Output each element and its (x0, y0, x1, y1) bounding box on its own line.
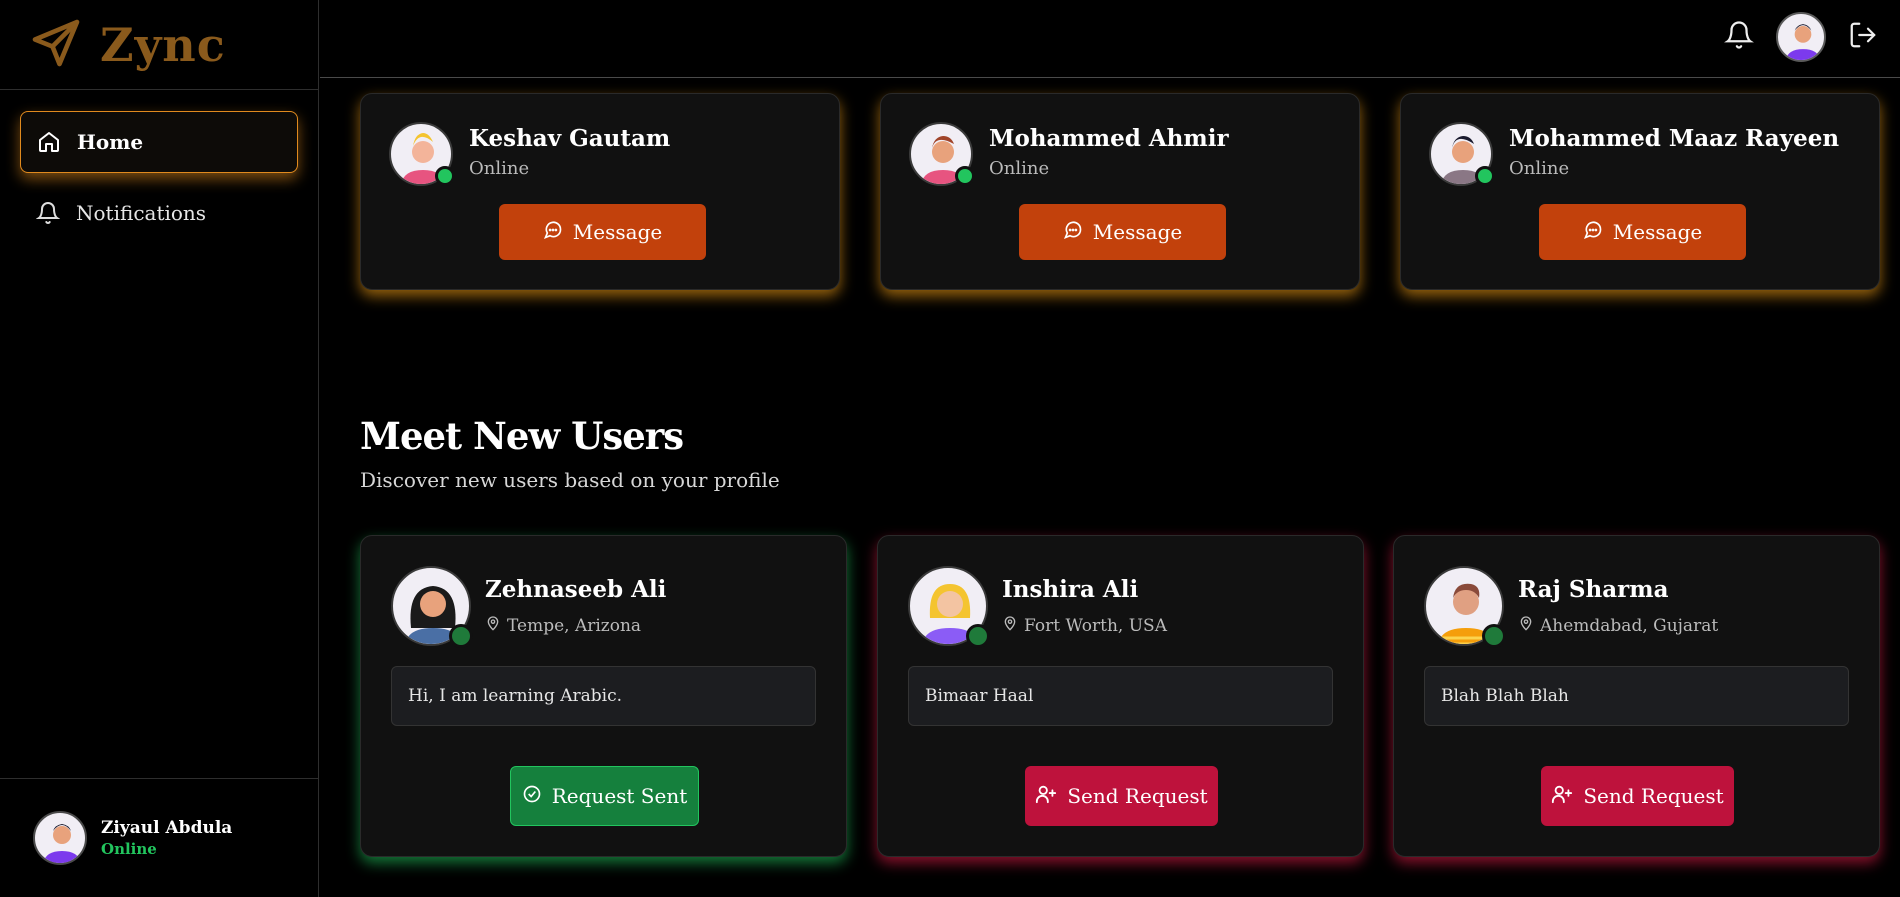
online-indicator (435, 166, 455, 186)
friend-status: Online (1509, 158, 1570, 179)
message-button[interactable]: Message (1539, 204, 1746, 260)
message-button-label: Message (1092, 220, 1183, 244)
current-user-name: Ziyaul Abdula (101, 818, 233, 838)
section-title: Meet New Users (360, 414, 684, 458)
online-indicator (1482, 624, 1506, 648)
friend-card: Mohammed Maaz Rayeen Online Message (1400, 93, 1880, 290)
avatar (389, 122, 455, 186)
request-button-label: Send Request (1067, 784, 1208, 808)
friend-name: Mohammed Ahmir (989, 125, 1229, 152)
send-request-button[interactable]: Send Request (1541, 766, 1734, 826)
avatar (909, 122, 975, 186)
user-card: Raj Sharma Ahemdabad, Gujarat Blah Blah … (1393, 535, 1880, 857)
sidebar-item-home[interactable]: Home (20, 111, 298, 173)
user-location-text: Tempe, Arizona (507, 615, 642, 636)
header-actions (1724, 12, 1878, 62)
user-bio: Hi, I am learning Arabic. (391, 666, 816, 726)
send-icon (28, 15, 84, 75)
user-location: Tempe, Arizona (485, 615, 666, 636)
user-plus-icon (1035, 783, 1057, 810)
avatar (1424, 566, 1506, 648)
user-bio: Blah Blah Blah (1424, 666, 1849, 726)
friend-name: Keshav Gautam (469, 125, 671, 152)
user-card: Zehnaseeb Ali Tempe, Arizona Hi, I am le… (360, 535, 847, 857)
user-card: Inshira Ali Fort Worth, USA Bimaar Haal … (877, 535, 1364, 857)
map-pin-icon (1002, 615, 1018, 636)
section-subtitle: Discover new users based on your profile (360, 468, 780, 492)
friend-name: Mohammed Maaz Rayeen (1509, 125, 1840, 152)
sidebar-item-label: Home (77, 130, 144, 154)
user-plus-icon (1551, 783, 1573, 810)
chat-icon (1583, 220, 1603, 245)
online-indicator (449, 624, 473, 648)
request-sent-button[interactable]: Request Sent (510, 766, 699, 826)
user-name: Zehnaseeb Ali (485, 576, 667, 603)
online-indicator (1475, 166, 1495, 186)
current-user-status: Online (101, 840, 157, 858)
logout-icon[interactable] (1848, 20, 1878, 54)
avatar (908, 566, 990, 648)
send-request-button[interactable]: Send Request (1025, 766, 1218, 826)
sidebar: Zync Home Notifications Ziyaul Abdula On… (0, 0, 319, 897)
brand-name: Zync (100, 17, 226, 72)
message-button-label: Message (1612, 220, 1703, 244)
bell-icon (36, 201, 60, 225)
sidebar-item-label: Notifications (76, 201, 207, 225)
top-header (320, 0, 1900, 78)
message-button[interactable]: Message (499, 204, 706, 260)
user-location-text: Ahemdabad, Gujarat (1540, 615, 1719, 636)
sidebar-nav: Home Notifications (0, 90, 318, 274)
friend-status: Online (989, 158, 1050, 179)
user-location-text: Fort Worth, USA (1024, 615, 1167, 636)
brand[interactable]: Zync (0, 0, 318, 90)
check-circle-icon (522, 784, 542, 809)
user-location: Fort Worth, USA (1002, 615, 1167, 636)
user-location: Ahemdabad, Gujarat (1518, 615, 1718, 636)
map-pin-icon (485, 615, 501, 636)
friend-card: Mohammed Ahmir Online Message (880, 93, 1360, 290)
chat-icon (543, 220, 563, 245)
avatar (1429, 122, 1495, 186)
current-user-panel[interactable]: Ziyaul Abdula Online (0, 778, 318, 897)
avatar[interactable] (1776, 12, 1826, 62)
request-button-label: Send Request (1583, 784, 1724, 808)
friend-status: Online (469, 158, 530, 179)
avatar (391, 566, 473, 648)
user-bio: Bimaar Haal (908, 666, 1333, 726)
sidebar-item-notifications[interactable]: Notifications (20, 182, 298, 244)
bell-icon[interactable] (1724, 20, 1754, 54)
user-name: Raj Sharma (1518, 576, 1669, 603)
chat-icon (1063, 220, 1083, 245)
message-button[interactable]: Message (1019, 204, 1226, 260)
message-button-label: Message (572, 220, 663, 244)
online-indicator (955, 166, 975, 186)
avatar (33, 811, 87, 865)
user-name: Inshira Ali (1002, 576, 1139, 603)
home-icon (37, 130, 61, 154)
online-indicator (966, 624, 990, 648)
map-pin-icon (1518, 615, 1534, 636)
request-button-label: Request Sent (551, 784, 688, 808)
friend-card: Keshav Gautam Online Message (360, 93, 840, 290)
